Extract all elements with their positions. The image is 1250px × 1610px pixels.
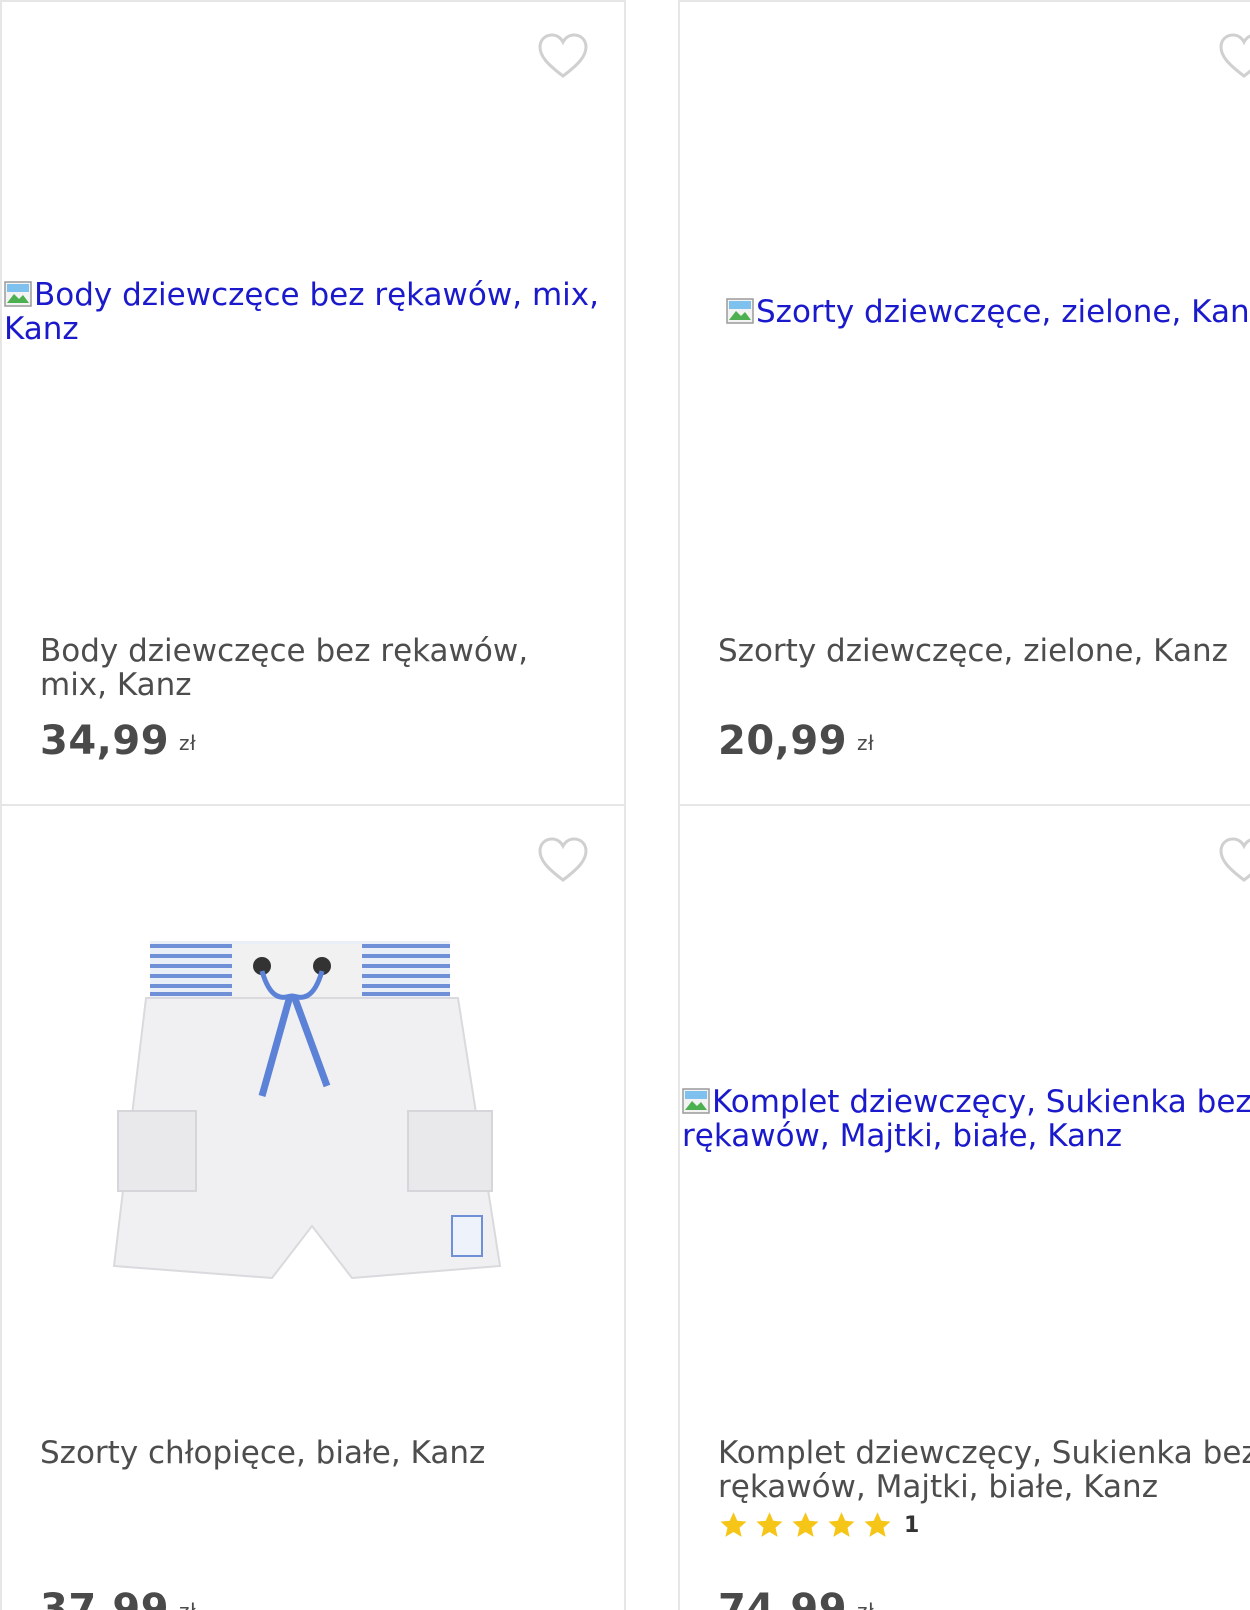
product-image-alt: Body dziewczęce bez rękawów, mix, Kanz [4, 277, 599, 347]
favorite-heart-icon[interactable] [1218, 836, 1250, 884]
price-value: 74,99 [718, 1586, 848, 1610]
star-icon [828, 1512, 855, 1537]
product-price: 20,99 zł [718, 718, 874, 764]
product-image-link[interactable]: Szorty dziewczęce, zielone, Kanz [726, 295, 1250, 329]
star-icon [792, 1512, 819, 1537]
price-currency: zł [857, 731, 875, 755]
price-value: 37,99 [40, 1586, 170, 1610]
price-currency: zł [179, 1599, 196, 1610]
rating-count: 1 [904, 1512, 920, 1538]
favorite-heart-icon[interactable] [537, 836, 589, 884]
broken-image-icon [4, 281, 32, 307]
product-card[interactable]: Komplet dziewczęcy, Sukienka bez rękawów… [678, 804, 1250, 1610]
product-image-alt: Komplet dziewczęcy, Sukienka bez rękawów… [682, 1084, 1250, 1154]
product-image-link[interactable]: Body dziewczęce bez rękawów, mix, Kanz [4, 278, 604, 346]
price-currency: zł [179, 731, 197, 755]
price-currency: zł [857, 1599, 874, 1610]
favorite-heart-icon[interactable] [1218, 32, 1250, 80]
product-image-link[interactable]: Komplet dziewczęcy, Sukienka bez rękawów… [682, 1085, 1250, 1153]
product-name[interactable]: Body dziewczęce bez rękawów, mix, Kanz [40, 634, 600, 702]
favorite-heart-icon[interactable] [537, 32, 589, 80]
price-value: 34,99 [40, 718, 170, 764]
star-icon [864, 1512, 891, 1537]
product-price: 34,99 zł [40, 718, 196, 764]
price-value: 20,99 [718, 718, 848, 764]
product-name[interactable]: Szorty chłopięce, białe, Kanz [40, 1436, 600, 1470]
star-icon [720, 1512, 747, 1537]
star-icon [756, 1512, 783, 1537]
product-image-alt: Szorty dziewczęce, zielone, Kanz [756, 294, 1250, 330]
broken-image-icon [726, 298, 754, 324]
product-card[interactable]: Body dziewczęce bez rękawów, mix, Kanz B… [0, 0, 626, 806]
product-name[interactable]: Szorty dziewczęce, zielone, Kanz [718, 634, 1250, 668]
product-price: 37,99 zł [40, 1586, 196, 1610]
product-grid: Body dziewczęce bez rękawów, mix, Kanz B… [0, 0, 1250, 1610]
product-rating[interactable]: 1 [718, 1510, 919, 1540]
product-image-white-shorts[interactable] [112, 926, 512, 1296]
product-name[interactable]: Komplet dziewczęcy, Sukienka bez rękawów… [718, 1436, 1250, 1504]
product-card[interactable]: Szorty chłopięce, białe, Kanz 37,99 zł [0, 804, 626, 1610]
product-price: 74,99 zł [718, 1586, 874, 1610]
broken-image-icon [682, 1088, 710, 1114]
product-card[interactable]: Szorty dziewczęce, zielone, Kanz Szorty … [678, 0, 1250, 806]
